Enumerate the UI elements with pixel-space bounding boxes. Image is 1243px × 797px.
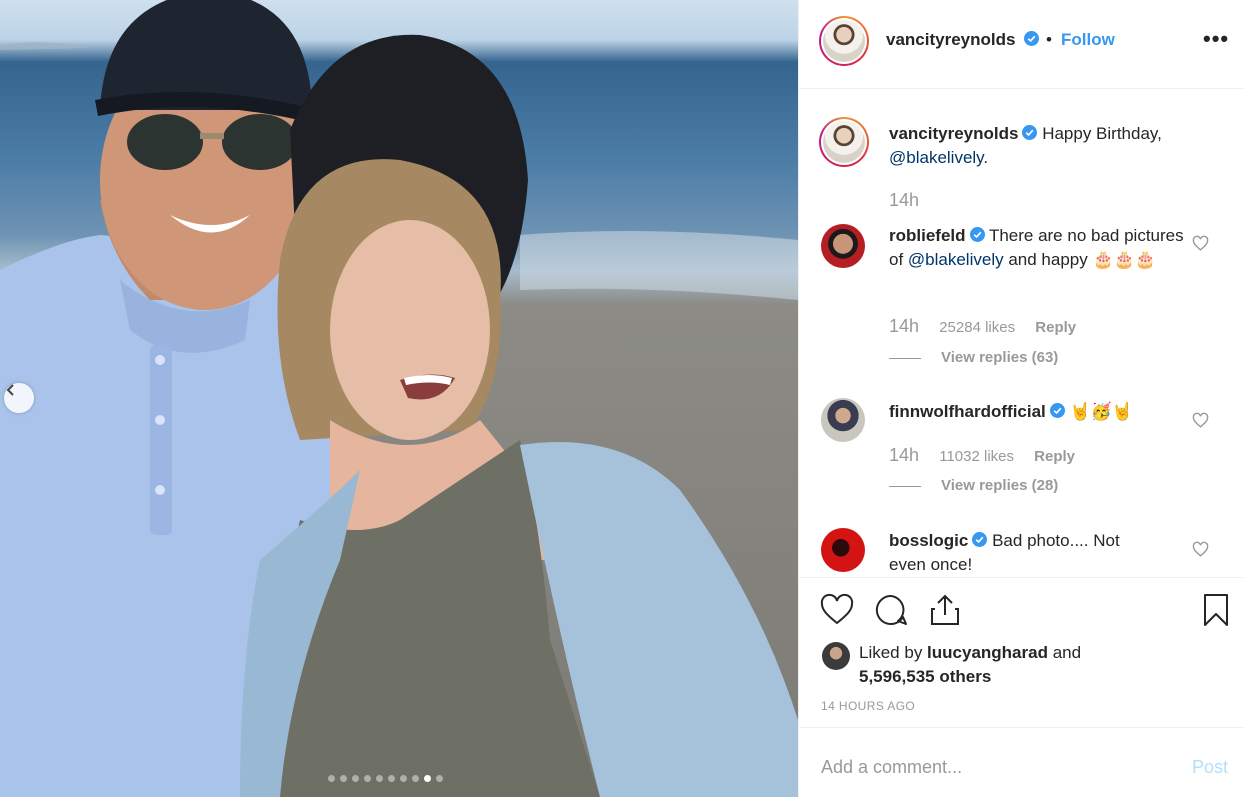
commenter-username[interactable]: bosslogic bbox=[889, 531, 968, 550]
comment-time[interactable]: 14h bbox=[889, 445, 919, 465]
view-replies-label[interactable]: View replies (63) bbox=[941, 349, 1058, 366]
verified-badge-icon bbox=[969, 227, 985, 242]
post-timestamp[interactable]: 14 HOURS AGO bbox=[821, 699, 915, 713]
replies-divider bbox=[889, 357, 921, 359]
author-username-text[interactable]: vancityreynolds bbox=[886, 30, 1015, 49]
like-comment-heart-icon[interactable] bbox=[1192, 541, 1209, 558]
carousel-dot bbox=[400, 775, 407, 782]
post-photo[interactable] bbox=[0, 0, 798, 797]
likes-count-link[interactable]: 5,596,535 others bbox=[859, 667, 991, 686]
likes-summary: Liked by luucyangharad and 5,596,535 oth… bbox=[859, 641, 1081, 689]
separator-dot: • bbox=[1046, 30, 1052, 49]
view-replies-label[interactable]: View replies (28) bbox=[941, 477, 1058, 494]
reply-button[interactable]: Reply bbox=[1034, 448, 1075, 465]
comment-text: robliefeld There are no bad pictures of … bbox=[889, 224, 1189, 272]
commenter-username[interactable]: robliefeld bbox=[889, 226, 966, 245]
verified-badge-icon bbox=[1049, 403, 1065, 418]
comment-likes[interactable]: 25284 likes bbox=[939, 319, 1015, 336]
caption-username[interactable]: vancityreynolds bbox=[889, 124, 1018, 143]
carousel-dot bbox=[424, 775, 431, 782]
verified-badge-icon bbox=[1022, 125, 1038, 140]
verified-badge-icon bbox=[972, 532, 988, 547]
like-comment-heart-icon[interactable] bbox=[1192, 235, 1209, 252]
replies-divider bbox=[889, 485, 921, 487]
caption-avatar[interactable] bbox=[819, 117, 869, 167]
caption-body: Happy Birthday, bbox=[1042, 124, 1162, 143]
chevron-left-icon bbox=[6, 384, 14, 396]
like-comment-heart-icon[interactable] bbox=[1192, 412, 1209, 429]
caption-meta: 14h bbox=[889, 190, 919, 211]
commenter-username[interactable]: finnwolfhardofficial bbox=[889, 402, 1046, 421]
comment-icon[interactable] bbox=[874, 593, 908, 627]
carousel-indicator bbox=[328, 775, 443, 782]
reply-button[interactable]: Reply bbox=[1035, 319, 1076, 336]
carousel-dot bbox=[364, 775, 371, 782]
comment-likes[interactable]: 11032 likes bbox=[939, 448, 1014, 465]
comments-list[interactable]: vancityreynolds Happy Birthday, @blakeli… bbox=[799, 90, 1243, 576]
post-actions: Liked by luucyangharad and 5,596,535 oth… bbox=[799, 577, 1243, 727]
commenter-avatar[interactable] bbox=[821, 224, 865, 268]
previous-slide-button[interactable] bbox=[4, 383, 34, 413]
caption-text: vancityreynolds Happy Birthday, @blakeli… bbox=[889, 122, 1189, 170]
caption-time[interactable]: 14h bbox=[889, 190, 919, 210]
caption-suffix: . bbox=[983, 148, 989, 167]
comment-meta: 14h 11032 likes Reply bbox=[889, 445, 1075, 466]
post-side-panel: vancityreynolds • Follow ••• vancityreyn… bbox=[798, 0, 1243, 797]
carousel-dot bbox=[352, 775, 359, 782]
more-options-icon[interactable]: ••• bbox=[1203, 28, 1229, 50]
comment-mention-link[interactable]: @blakelively bbox=[908, 250, 1004, 269]
carousel-dot bbox=[376, 775, 383, 782]
carousel-dot bbox=[412, 775, 419, 782]
liker-avatar[interactable] bbox=[822, 642, 850, 670]
comment-emoji: 🎂🎂🎂 bbox=[1092, 250, 1156, 269]
comment-body-continued: and happy bbox=[1003, 250, 1093, 269]
author-avatar[interactable] bbox=[819, 16, 869, 66]
follow-button[interactable]: Follow bbox=[1061, 30, 1115, 50]
view-replies-button[interactable]: View replies (28) bbox=[889, 477, 1058, 494]
comment-time[interactable]: 14h bbox=[889, 316, 919, 336]
commenter-avatar[interactable] bbox=[821, 528, 865, 572]
likes-prefix: Liked by bbox=[859, 643, 928, 662]
comment-input[interactable] bbox=[821, 752, 1161, 782]
share-icon[interactable] bbox=[928, 593, 962, 627]
carousel-dot bbox=[340, 775, 347, 782]
comment-emoji: 🤘🥳🤘 bbox=[1069, 402, 1134, 421]
caption-mention-link[interactable]: @blakelively bbox=[889, 148, 983, 167]
author-username[interactable]: vancityreynolds bbox=[886, 30, 1040, 50]
carousel-dot bbox=[328, 775, 335, 782]
verified-badge-icon bbox=[1024, 31, 1040, 46]
comment-meta: 14h 25284 likes Reply bbox=[889, 316, 1076, 337]
post-header: vancityreynolds • Follow ••• bbox=[799, 0, 1243, 89]
carousel-dot bbox=[388, 775, 395, 782]
commenter-avatar[interactable] bbox=[821, 398, 865, 442]
photo-illustration bbox=[0, 0, 798, 797]
add-comment-bar: Post bbox=[799, 727, 1243, 797]
view-replies-button[interactable]: View replies (63) bbox=[889, 349, 1058, 366]
heart-icon[interactable] bbox=[820, 593, 854, 627]
liker-username[interactable]: luucyangharad bbox=[927, 643, 1048, 662]
carousel-dot bbox=[436, 775, 443, 782]
post-comment-button[interactable]: Post bbox=[1192, 757, 1228, 778]
comment-text: bosslogic Bad photo.... Not even once! bbox=[889, 529, 1159, 576]
bookmark-icon[interactable] bbox=[1199, 593, 1233, 627]
comment-text: finnwolfhardofficial 🤘🥳🤘 bbox=[889, 400, 1189, 424]
likes-middle: and bbox=[1047, 643, 1082, 662]
